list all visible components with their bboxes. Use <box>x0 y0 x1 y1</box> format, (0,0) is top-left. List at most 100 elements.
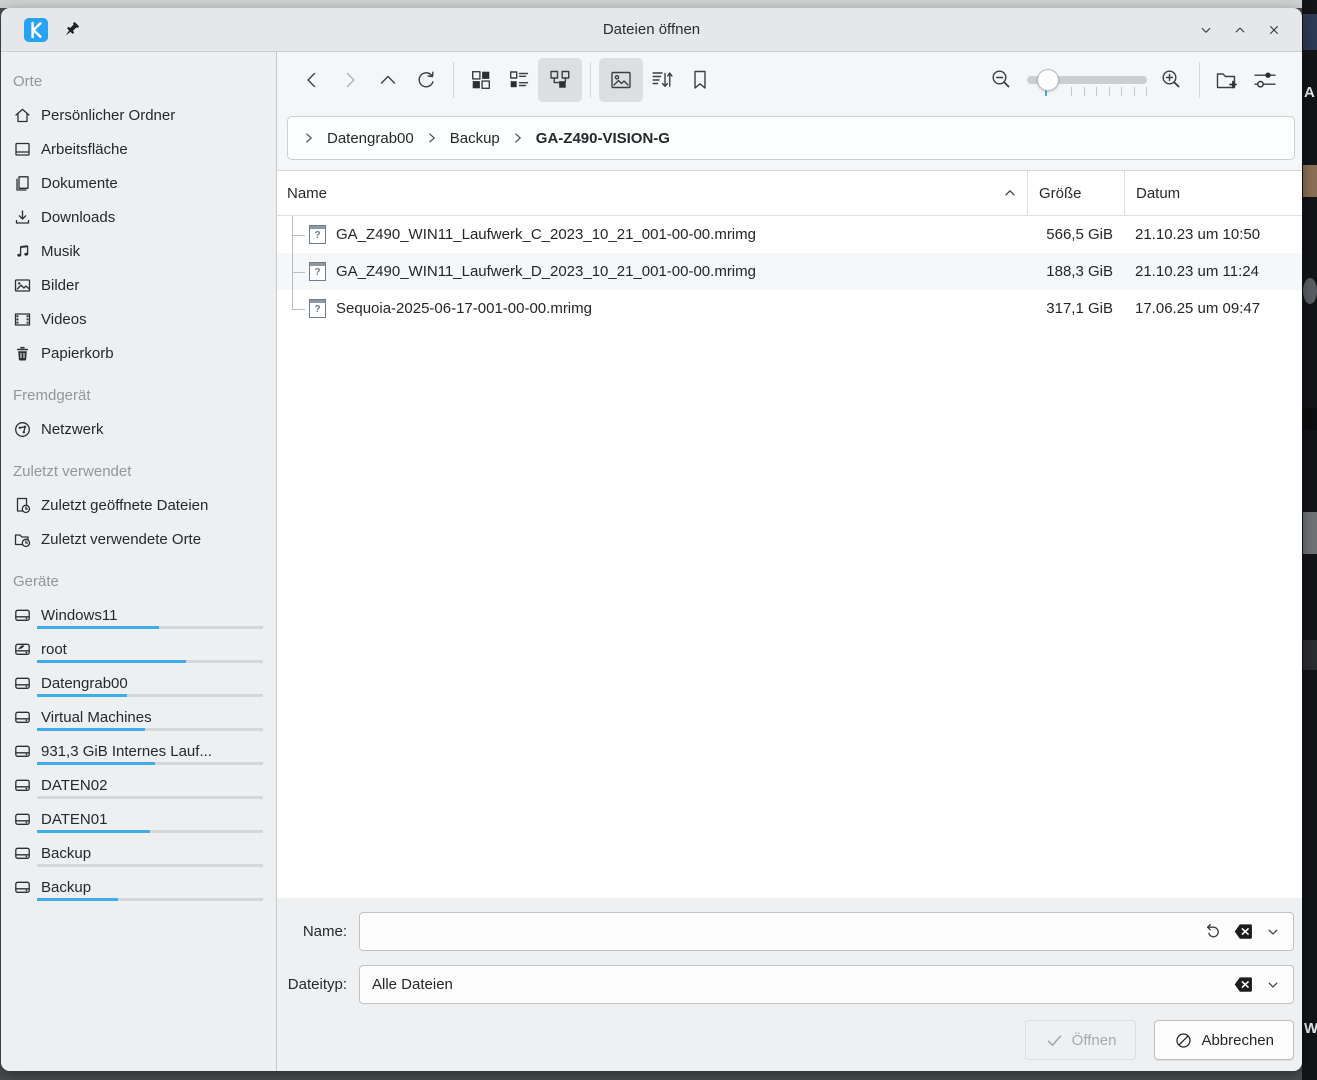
minimize-button[interactable] <box>1194 18 1218 42</box>
sidebar-item-bilder[interactable]: Bilder <box>1 268 276 302</box>
chevron-down-icon[interactable] <box>1261 920 1285 944</box>
icon-view-button[interactable] <box>462 61 500 99</box>
breadcrumb-item[interactable]: Backup <box>450 130 500 147</box>
sidebar-item-papierkorb[interactable]: Papierkorb <box>1 336 276 370</box>
music-icon <box>13 242 32 261</box>
up-button[interactable] <box>369 61 407 99</box>
breadcrumb-chevron-icon <box>424 130 440 146</box>
titlebar[interactable]: Dateien öffnen <box>1 8 1302 52</box>
open-button[interactable]: Öffnen <box>1024 1020 1137 1060</box>
zoom-slider-tick <box>1133 87 1135 96</box>
name-combobox[interactable] <box>359 912 1294 951</box>
sidebar-item-arbeitsfl-che[interactable]: Arbeitsfläche <box>1 132 276 166</box>
sidebar-item-zuletzt-ge-ffnete-dateien[interactable]: Zuletzt geöffnete Dateien <box>1 488 276 522</box>
file-row[interactable]: ? GA_Z490_WIN11_Laufwerk_D_2023_10_21_001… <box>277 253 1302 290</box>
sidebar-item-daten01[interactable]: DATEN01 <box>1 802 276 836</box>
device-usage-fill <box>37 660 187 663</box>
file-date: 21.10.23 um 10:50 <box>1135 226 1261 243</box>
device-usage-bar <box>37 694 263 697</box>
zoom-slider-tick <box>1121 87 1122 96</box>
undo-icon[interactable] <box>1201 920 1225 944</box>
forward-button[interactable] <box>331 61 369 99</box>
background-app-thumbnail <box>1303 165 1317 197</box>
name-input[interactable] <box>372 913 1195 950</box>
refresh-button[interactable] <box>407 61 445 99</box>
detail-tree-view-button[interactable] <box>538 58 582 102</box>
back-button[interactable] <box>293 61 331 99</box>
sidebar-item-label: Zuletzt geöffnete Dateien <box>41 496 209 514</box>
check-icon <box>1045 1031 1064 1050</box>
toolbar-separator <box>1199 62 1200 98</box>
filetype-combobox[interactable]: Alle Dateien <box>359 965 1294 1004</box>
sort-ascending-icon <box>1002 185 1018 201</box>
zoom-out-button[interactable] <box>983 61 1021 99</box>
clear-text-icon[interactable] <box>1231 920 1255 944</box>
breadcrumb-item[interactable]: Datengrab00 <box>327 130 414 147</box>
sidebar-item-dokumente[interactable]: Dokumente <box>1 166 276 200</box>
chevron-down-icon[interactable] <box>1261 973 1285 997</box>
column-header-name[interactable]: Name <box>277 171 1027 215</box>
breadcrumb[interactable]: Datengrab00 Backup GA-Z490-VISION-G <box>287 116 1295 160</box>
sidebar-item-root[interactable]: root <box>1 632 276 666</box>
background-top-strip <box>0 0 1302 8</box>
sidebar-item-daten02[interactable]: DATEN02 <box>1 768 276 802</box>
pin-icon[interactable] <box>59 18 83 42</box>
column-header-size[interactable]: Größe <box>1027 171 1124 215</box>
sidebar-item-videos[interactable]: Videos <box>1 302 276 336</box>
sidebar-item-label: DATEN01 <box>41 810 108 828</box>
sidebar-item-downloads[interactable]: Downloads <box>1 200 276 234</box>
file-clock-icon <box>13 496 32 515</box>
compact-view-button[interactable] <box>500 61 538 99</box>
sidebar-item-label: Downloads <box>41 208 116 226</box>
sidebar-item-netzwerk[interactable]: Netzwerk <box>1 412 276 446</box>
unknown-file-icon: ? <box>309 299 326 318</box>
sidebar-item-zuletzt-verwendete-orte[interactable]: Zuletzt verwendete Orte <box>1 522 276 556</box>
column-header-date[interactable]: Datum <box>1124 171 1302 215</box>
background-app-thumbnail <box>1303 278 1317 304</box>
cancel-button[interactable]: Abbrechen <box>1154 1020 1294 1060</box>
zoom-slider[interactable] <box>1027 61 1147 99</box>
sidebar-item-backup[interactable]: Backup <box>1 870 276 904</box>
maximize-button[interactable] <box>1228 18 1252 42</box>
options-button[interactable] <box>1246 61 1284 99</box>
new-folder-button[interactable] <box>1208 61 1246 99</box>
file-row[interactable]: ? Sequoia-2025-06-17-001-00-00.mrimg 317,1… <box>277 290 1302 327</box>
unknown-file-glyph: ? <box>314 230 321 241</box>
toolbar-separator <box>453 62 454 98</box>
zoom-in-button[interactable] <box>1153 61 1191 99</box>
sort-button[interactable] <box>643 61 681 99</box>
column-header-name-label: Name <box>287 184 328 202</box>
device-usage-fill <box>37 830 150 833</box>
preview-button[interactable] <box>599 58 643 102</box>
close-icon <box>1265 21 1283 39</box>
sidebar-item-931-3-gib-internes-lauf-[interactable]: 931,3 GiB Internes Lauf... <box>1 734 276 768</box>
zoom-slider-handle[interactable] <box>1036 69 1059 91</box>
sidebar-item-musik[interactable]: Musik <box>1 234 276 268</box>
zoom-slider-tick <box>1096 87 1097 96</box>
breadcrumb-item[interactable]: GA-Z490-VISION-G <box>536 130 670 147</box>
sidebar-item-windows11[interactable]: Windows11 <box>1 598 276 632</box>
back-icon <box>300 68 324 92</box>
bookmark-button[interactable] <box>681 61 719 99</box>
zoom-slider-tick <box>1108 87 1110 96</box>
file-name: Sequoia-2025-06-17-001-00-00.mrimg <box>336 300 592 317</box>
video-icon <box>13 310 32 329</box>
close-button[interactable] <box>1262 18 1286 42</box>
chevron-down-icon <box>1197 21 1215 39</box>
clear-text-icon[interactable] <box>1231 973 1255 997</box>
drive-root-icon <box>13 640 32 659</box>
sidebar-item-label: Backup <box>41 844 92 862</box>
sidebar-item-label: Persönlicher Ordner <box>41 106 176 124</box>
unknown-file-icon: ? <box>309 262 326 281</box>
zoom-slider-tick <box>1146 87 1147 96</box>
file-size: 317,1 GiB <box>1046 300 1113 317</box>
sidebar-item-pers-nlicher-ordner[interactable]: Persönlicher Ordner <box>1 98 276 132</box>
sidebar-item-backup[interactable]: Backup <box>1 836 276 870</box>
unknown-file-icon: ? <box>309 225 326 244</box>
sidebar-item-virtual-machines[interactable]: Virtual Machines <box>1 700 276 734</box>
documents-icon <box>13 174 32 193</box>
file-row[interactable]: ? GA_Z490_WIN11_Laufwerk_C_2023_10_21_001… <box>277 216 1302 253</box>
places-sidebar: Orte Persönlicher Ordner Arbeitsfläche Doku… <box>1 52 277 1071</box>
device-usage-bar <box>37 830 263 833</box>
sidebar-item-datengrab00[interactable]: Datengrab00 <box>1 666 276 700</box>
